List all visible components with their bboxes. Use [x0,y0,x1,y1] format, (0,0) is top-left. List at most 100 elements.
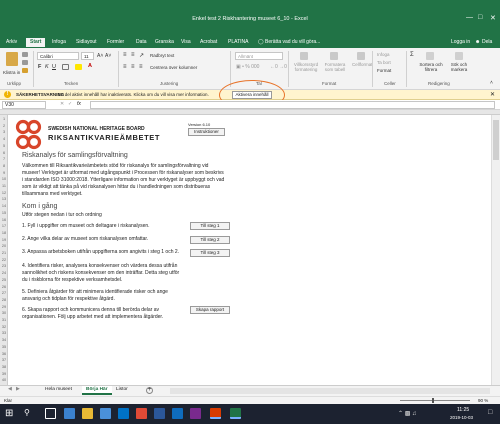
fill-color-icon[interactable] [75,64,82,70]
instructions-button[interactable]: Instruktioner [188,128,225,136]
row-number[interactable]: 37 [0,358,8,362]
row-number[interactable]: 31 [0,318,8,322]
grow-font-icon[interactable]: A˄ [97,53,103,59]
find-select-icon[interactable] [455,52,463,60]
sheet-tab-listor[interactable]: Listor [116,387,128,392]
tab-insert[interactable]: Infoga [52,39,66,45]
align-left-icon[interactable]: ≡ [123,64,127,70]
row-number[interactable]: 38 [0,365,8,369]
maximize-button[interactable]: □ [478,14,482,21]
italic-icon[interactable]: K [45,64,49,70]
minimize-button[interactable]: — [466,14,473,21]
merge-center-button[interactable]: Centrera över kolumner [150,65,197,70]
search-icon[interactable]: ⚲ [24,408,30,417]
paste-label[interactable]: Klistra in [3,70,20,75]
row-number[interactable]: 21 [0,251,8,255]
number-format-select[interactable]: Allmänt [235,52,283,60]
row-number[interactable]: 13 [0,197,8,201]
row-number[interactable]: 22 [0,258,8,262]
file-explorer-icon[interactable] [82,408,93,419]
vertical-scrollbar[interactable] [491,115,500,385]
tab-acrobat[interactable]: Acrobat [200,39,217,45]
row-number[interactable]: 5 [0,144,8,148]
scroll-right-icon[interactable]: ▶ [16,387,20,392]
row-number[interactable]: 28 [0,298,8,302]
formula-input[interactable] [90,101,495,109]
tab-review[interactable]: Granska [155,39,174,45]
shrink-font-icon[interactable]: A˅ [105,53,111,59]
tab-page-layout[interactable]: Sidlayout [76,39,97,45]
wrap-text-button[interactable]: Radbryt text [150,53,174,58]
close-button[interactable]: ✕ [490,14,496,22]
acrobat-icon[interactable] [210,408,221,419]
bold-icon[interactable]: F [38,64,41,70]
add-sheet-icon[interactable]: + [146,387,153,394]
row-number[interactable]: 8 [0,164,8,168]
row-number[interactable]: 30 [0,311,8,315]
sort-filter-icon[interactable] [426,52,434,60]
row-number[interactable]: 27 [0,291,8,295]
row-number[interactable]: 10 [0,177,8,181]
tab-data[interactable]: Data [136,39,147,45]
format-painter-icon[interactable] [22,68,28,73]
orientation-icon[interactable]: ↗ [139,52,144,59]
row-number[interactable]: 36 [0,352,8,356]
scrollbar-thumb[interactable] [493,120,499,160]
tab-platina[interactable]: PLATINA [228,39,248,45]
row-number[interactable]: 17 [0,224,8,228]
notifications-icon[interactable]: □ [488,409,492,416]
row-number[interactable]: 1 [0,117,8,121]
horizontal-scrollbar[interactable] [170,388,490,394]
outlook-icon[interactable] [118,408,129,419]
row-number[interactable]: 23 [0,264,8,268]
row-number[interactable]: 11 [0,184,8,188]
tab-file[interactable]: Arkiv [6,39,17,45]
row-number[interactable]: 29 [0,305,8,309]
login-link[interactable]: Logga in [451,39,470,45]
cut-icon[interactable] [22,52,28,57]
paste-icon[interactable] [6,52,18,66]
row-number[interactable]: 12 [0,191,8,195]
edge-icon[interactable] [64,408,75,419]
enter-icon[interactable]: ✓ [68,101,72,107]
tell-me-search[interactable]: Berätta vad du vill göra... [265,39,320,45]
sheet-tab-borja-har[interactable]: Börja Här [82,386,112,395]
zoom-slider[interactable] [400,400,470,401]
step-2-button[interactable]: Till steg 2 [190,236,230,244]
row-number[interactable]: 34 [0,338,8,342]
row-number[interactable]: 33 [0,331,8,335]
font-size-select[interactable]: 11 [81,52,94,60]
row-number[interactable]: 40 [0,378,8,382]
font-color-icon[interactable]: A [88,63,92,69]
system-tray-icons[interactable]: ⌃ ▩ ♫ [398,410,417,417]
row-number[interactable]: 4 [0,137,8,141]
row-number[interactable]: 39 [0,372,8,376]
row-number[interactable]: 15 [0,211,8,215]
align-middle-icon[interactable]: ≡ [131,52,135,58]
row-number[interactable]: 26 [0,285,8,289]
format-cells-button[interactable]: Format [377,68,391,73]
row-number[interactable]: 32 [0,325,8,329]
zoom-level[interactable]: 90 % [478,398,488,403]
row-number[interactable]: 18 [0,231,8,235]
outlook-2-icon[interactable] [172,408,183,419]
warning-close-icon[interactable]: ✕ [490,91,495,98]
worksheet[interactable]: SWEDISH NATIONAL HERITAGE BOARD RIKSANTI… [8,115,491,385]
windows-start-icon[interactable]: ⊞ [5,408,13,419]
row-number[interactable]: 6 [0,151,8,155]
task-view-icon[interactable] [45,408,56,419]
name-box[interactable]: V30 [2,101,46,109]
row-number[interactable]: 9 [0,171,8,175]
onenote-icon[interactable] [190,408,201,419]
store-icon[interactable] [100,408,111,419]
share-button[interactable]: Dela [482,39,492,45]
copy-icon[interactable] [22,60,28,65]
row-number[interactable]: 16 [0,218,8,222]
create-report-button[interactable]: Skapa rapport [190,306,230,314]
cancel-icon[interactable]: ✕ [60,101,64,107]
tab-formulas[interactable]: Formler [107,39,124,45]
word-icon[interactable] [154,408,165,419]
align-right-icon[interactable]: ≡ [139,64,143,70]
step-1-button[interactable]: Till steg 1 [190,222,230,230]
step-3-button[interactable]: Till steg 3 [190,249,230,257]
